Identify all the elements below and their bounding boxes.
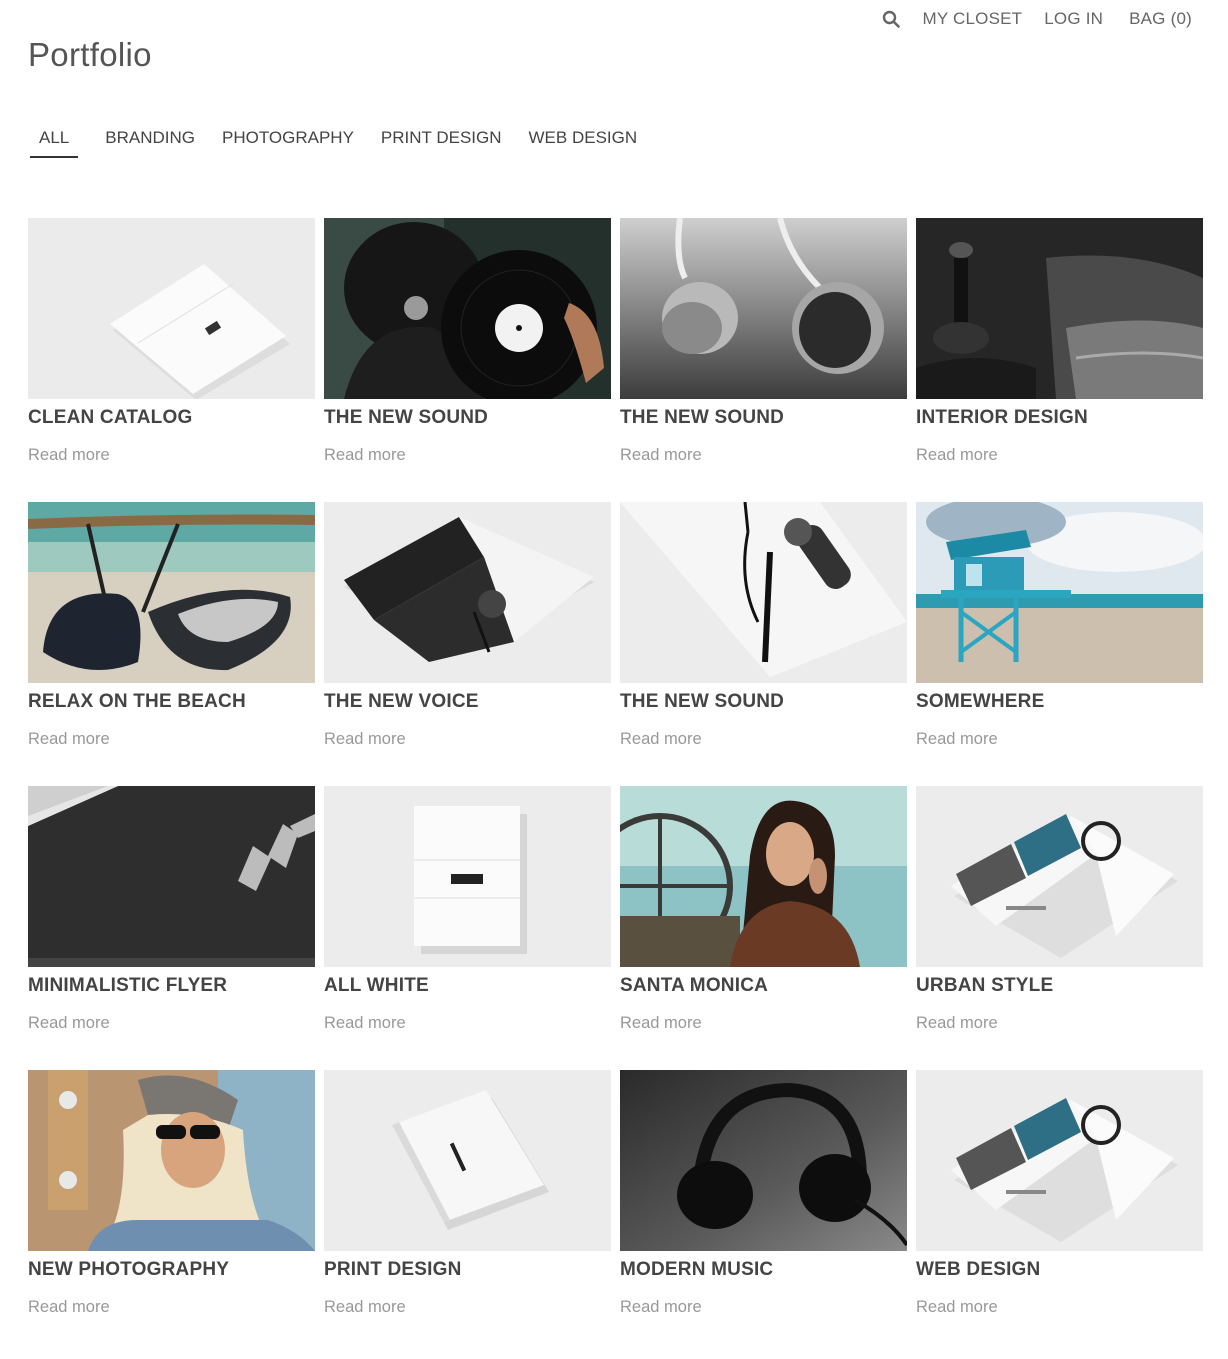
portfolio-thumbnail[interactable] — [916, 1070, 1203, 1251]
portfolio-item-title[interactable]: NEW PHOTOGRAPHY — [28, 1259, 315, 1281]
portfolio-thumbnail[interactable] — [916, 786, 1203, 967]
read-more-link[interactable]: Read more — [916, 1298, 1203, 1317]
bag-count: (0) — [1170, 9, 1192, 28]
portfolio-thumbnail[interactable] — [916, 218, 1203, 399]
my-closet-link[interactable]: MY CLOSET — [923, 9, 1023, 29]
read-more-link[interactable]: Read more — [28, 446, 315, 465]
portfolio-item-title[interactable]: THE NEW SOUND — [620, 407, 907, 429]
read-more-link[interactable]: Read more — [620, 730, 907, 749]
filter-tab-branding[interactable]: BRANDING — [105, 128, 195, 158]
read-more-link[interactable]: Read more — [916, 730, 1203, 749]
log-in-link[interactable]: LOG IN — [1044, 9, 1103, 29]
read-more-link[interactable]: Read more — [324, 730, 611, 749]
read-more-link[interactable]: Read more — [324, 446, 611, 465]
read-more-link[interactable]: Read more — [324, 1298, 611, 1317]
portfolio-item: RELAX ON THE BEACH Read more — [28, 502, 315, 786]
category-filter-tabs: ALL BRANDING PHOTOGRAPHY PRINT DESIGN WE… — [30, 128, 637, 158]
portfolio-thumbnail[interactable] — [324, 218, 611, 399]
portfolio-item-title[interactable]: WEB DESIGN — [916, 1259, 1203, 1281]
portfolio-item: WEB DESIGN Read more — [916, 1070, 1203, 1354]
read-more-link[interactable]: Read more — [620, 1298, 907, 1317]
read-more-link[interactable]: Read more — [28, 1014, 315, 1033]
portfolio-thumbnail[interactable] — [916, 502, 1203, 683]
portfolio-thumbnail[interactable] — [620, 218, 907, 399]
filter-tab-web-design[interactable]: WEB DESIGN — [529, 128, 638, 158]
portfolio-item-title[interactable]: RELAX ON THE BEACH — [28, 691, 315, 713]
portfolio-item-title[interactable]: MODERN MUSIC — [620, 1259, 907, 1281]
portfolio-item: PRINT DESIGN Read more — [324, 1070, 611, 1354]
filter-tab-photography[interactable]: PHOTOGRAPHY — [222, 128, 354, 158]
filter-tab-all[interactable]: ALL — [30, 128, 79, 158]
portfolio-item-title[interactable]: PRINT DESIGN — [324, 1259, 611, 1281]
read-more-link[interactable]: Read more — [620, 1014, 907, 1033]
portfolio-item: MINIMALISTIC FLYER Read more — [28, 786, 315, 1070]
portfolio-item: MODERN MUSIC Read more — [620, 1070, 907, 1354]
top-navigation: MY CLOSET LOG IN BAG (0) — [881, 8, 1192, 30]
portfolio-item-title[interactable]: SANTA MONICA — [620, 975, 907, 997]
portfolio-thumbnail[interactable] — [28, 218, 315, 399]
read-more-link[interactable]: Read more — [28, 1298, 315, 1317]
portfolio-item: INTERIOR DESIGN Read more — [916, 218, 1203, 502]
portfolio-thumbnail[interactable] — [28, 1070, 315, 1251]
portfolio-item-title[interactable]: THE NEW SOUND — [620, 691, 907, 713]
portfolio-thumbnail[interactable] — [324, 502, 611, 683]
filter-tab-print-design[interactable]: PRINT DESIGN — [381, 128, 502, 158]
portfolio-item-title[interactable]: THE NEW VOICE — [324, 691, 611, 713]
portfolio-item: CLEAN CATALOG Read more — [28, 218, 315, 502]
search-icon[interactable] — [881, 8, 901, 30]
portfolio-item: THE NEW SOUND Read more — [620, 502, 907, 786]
portfolio-thumbnail[interactable] — [324, 786, 611, 967]
portfolio-thumbnail[interactable] — [620, 786, 907, 967]
portfolio-thumbnail[interactable] — [620, 502, 907, 683]
portfolio-grid: CLEAN CATALOG Read more THE NEW SOUND Re… — [28, 218, 1203, 1354]
read-more-link[interactable]: Read more — [620, 446, 907, 465]
read-more-link[interactable]: Read more — [916, 446, 1203, 465]
read-more-link[interactable]: Read more — [916, 1014, 1203, 1033]
read-more-link[interactable]: Read more — [324, 1014, 611, 1033]
portfolio-thumbnail[interactable] — [28, 786, 315, 967]
portfolio-item-title[interactable]: INTERIOR DESIGN — [916, 407, 1203, 429]
portfolio-item: SANTA MONICA Read more — [620, 786, 907, 1070]
portfolio-item-title[interactable]: SOMEWHERE — [916, 691, 1203, 713]
portfolio-item-title[interactable]: THE NEW SOUND — [324, 407, 611, 429]
portfolio-thumbnail[interactable] — [620, 1070, 907, 1251]
portfolio-item: URBAN STYLE Read more — [916, 786, 1203, 1070]
portfolio-item-title[interactable]: ALL WHITE — [324, 975, 611, 997]
portfolio-item: THE NEW VOICE Read more — [324, 502, 611, 786]
portfolio-item-title[interactable]: MINIMALISTIC FLYER — [28, 975, 315, 997]
portfolio-item: THE NEW SOUND Read more — [620, 218, 907, 502]
portfolio-item-title[interactable]: CLEAN CATALOG — [28, 407, 315, 429]
portfolio-item: THE NEW SOUND Read more — [324, 218, 611, 502]
portfolio-item-title[interactable]: URBAN STYLE — [916, 975, 1203, 997]
portfolio-item: NEW PHOTOGRAPHY Read more — [28, 1070, 315, 1354]
portfolio-item: SOMEWHERE Read more — [916, 502, 1203, 786]
bag-link[interactable]: BAG (0) — [1129, 9, 1192, 29]
bag-label: BAG — [1129, 9, 1166, 28]
page-title: Portfolio — [28, 36, 152, 73]
portfolio-item: ALL WHITE Read more — [324, 786, 611, 1070]
portfolio-thumbnail[interactable] — [324, 1070, 611, 1251]
portfolio-thumbnail[interactable] — [28, 502, 315, 683]
read-more-link[interactable]: Read more — [28, 730, 315, 749]
